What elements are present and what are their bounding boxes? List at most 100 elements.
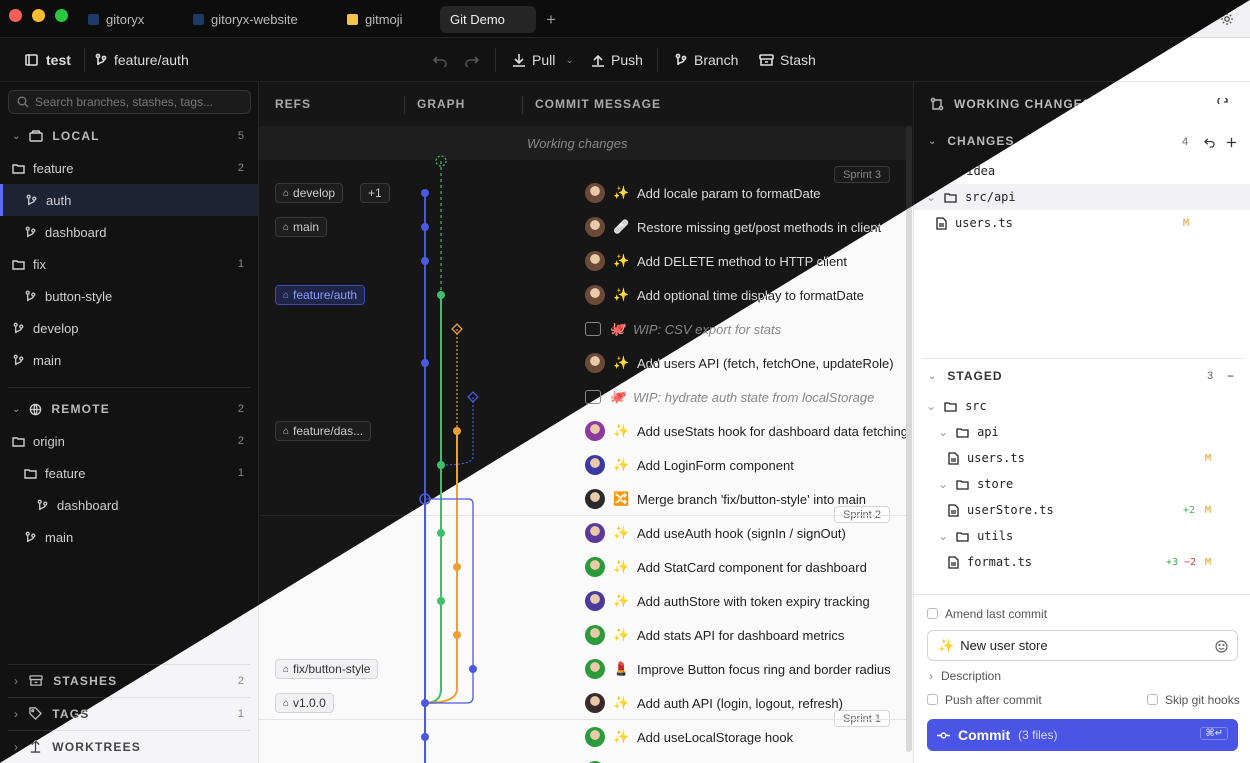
- tab-git-demo[interactable]: Git Demo: [440, 6, 536, 33]
- chevron-down-icon: ⌄: [12, 403, 21, 415]
- sidebar-item-button-style[interactable]: button-style: [0, 280, 258, 312]
- branch-icon: [25, 226, 36, 237]
- stage-all-icon[interactable]: [1226, 137, 1237, 148]
- amend-checkbox[interactable]: [927, 608, 938, 619]
- tab-gitoryx-website[interactable]: gitoryx-website: [183, 6, 308, 33]
- chevron-down-icon[interactable]: ⌄: [565, 55, 573, 66]
- minimize-window-button[interactable]: [32, 9, 45, 22]
- chevron-down-icon: ⌄: [928, 135, 938, 147]
- folder-icon: [12, 259, 25, 270]
- staged-file-userstore-ts[interactable]: userStore.ts +2 M: [914, 497, 1250, 523]
- unstage-all-icon[interactable]: −: [1227, 369, 1235, 383]
- description-toggle[interactable]: › Description: [929, 669, 1001, 683]
- working-changes-panel-light: 4 › .idea ⌄ src/api users.ts M ⌄ STAGED …: [913, 82, 1250, 763]
- folder-icon: [956, 479, 969, 490]
- tab-gitmoji[interactable]: gitmoji: [337, 6, 413, 33]
- branch-icon: [26, 194, 37, 205]
- folder-icon: [956, 531, 969, 542]
- commit-button[interactable]: Commit (3 files) ⌘↵: [927, 719, 1238, 751]
- discard-icon[interactable]: [1204, 137, 1215, 148]
- tab-gitoryx[interactable]: gitoryx: [78, 6, 154, 33]
- commit-node: [421, 699, 429, 707]
- sidebar-folder-remote-feature[interactable]: feature 1: [0, 457, 258, 489]
- staged-folder-src[interactable]: ⌄ src: [914, 393, 1250, 419]
- push-button[interactable]: Push: [591, 38, 643, 82]
- branch-icon: [25, 531, 36, 542]
- changes-icon: [930, 97, 944, 111]
- graph-line-fix: [425, 498, 474, 704]
- commit-node: [437, 597, 445, 605]
- add-tab-button[interactable]: +: [536, 6, 566, 33]
- chevron-right-icon: ›: [14, 739, 20, 754]
- commit-node: [453, 563, 461, 571]
- pull-button[interactable]: Pull ⌄: [512, 38, 574, 82]
- commit-message-input[interactable]: ✨ New user store: [927, 630, 1238, 661]
- scrollbar[interactable]: [906, 126, 912, 752]
- zoom-window-button[interactable]: [55, 9, 68, 22]
- sidebar-folder-feature[interactable]: feature 2: [0, 152, 258, 184]
- tag-icon: [29, 707, 43, 720]
- file-icon: [936, 216, 947, 230]
- refresh-icon[interactable]: [1217, 98, 1229, 110]
- file-icon: [948, 503, 959, 517]
- commit-icon: [937, 731, 950, 739]
- emoji-picker-icon[interactable]: [1215, 640, 1228, 653]
- redo-button[interactable]: [465, 38, 479, 82]
- title-bar: gitoryx gitoryx-website gitmoji Git Demo…: [0, 0, 1250, 38]
- globe-icon: [30, 403, 42, 415]
- commit-node: [421, 359, 429, 367]
- chevron-down-icon: ⌄: [928, 370, 938, 382]
- branch-icon: [675, 53, 687, 66]
- staged-folder-api[interactable]: ⌄ api: [914, 419, 1250, 445]
- chevron-right-icon: ›: [929, 669, 933, 683]
- stash-icon: [29, 675, 43, 686]
- branch-selector[interactable]: feature/auth: [94, 38, 189, 82]
- chevron-down-icon: ⌄: [926, 399, 937, 413]
- remote-section-header[interactable]: ⌄ REMOTE 2: [0, 393, 258, 425]
- staged-section-header[interactable]: ⌄ STAGED 3 −: [914, 360, 1250, 392]
- local-section-header[interactable]: ⌄ LOCAL 5: [0, 120, 258, 152]
- commit-node: [421, 189, 429, 197]
- sidebar-item-main[interactable]: main: [0, 344, 258, 376]
- undo-icon: [433, 56, 447, 67]
- redo-icon: [465, 56, 479, 67]
- folder-icon: [12, 436, 25, 447]
- sidebar-folder-origin[interactable]: origin 2: [0, 425, 258, 457]
- close-window-button[interactable]: [9, 9, 22, 22]
- sidebar-item-auth[interactable]: auth: [0, 184, 258, 216]
- branch-icon: [95, 53, 107, 66]
- search-icon: [17, 96, 29, 108]
- branch-icon: [13, 354, 24, 365]
- commit-node: [453, 427, 461, 435]
- skip-git-hooks-checkbox[interactable]: [1147, 694, 1158, 705]
- staged-folder-utils[interactable]: ⌄ utils: [914, 523, 1250, 549]
- gitoryx-icon: [88, 14, 99, 25]
- pull-icon: [513, 54, 525, 67]
- commit-node: [437, 461, 445, 469]
- file-icon: [948, 451, 959, 465]
- folder-icon: [944, 192, 957, 203]
- sidebar-item-remote-dashboard[interactable]: dashboard: [0, 489, 258, 521]
- file-icon: [948, 555, 959, 569]
- chevron-down-icon: ⌄: [938, 529, 949, 543]
- commit-node: [453, 631, 461, 639]
- sidebar-item-develop[interactable]: develop: [0, 312, 258, 344]
- branch-icon: [13, 322, 24, 333]
- sidebar-item-dashboard[interactable]: dashboard: [0, 216, 258, 248]
- sidebar-search-input[interactable]: Search branches, stashes, tags...: [8, 90, 251, 114]
- push-after-commit-checkbox[interactable]: [927, 694, 938, 705]
- sidebar-folder-fix[interactable]: fix 1: [0, 248, 258, 280]
- changes-folder-src-api[interactable]: ⌄ src/api: [914, 184, 1250, 210]
- staged-file-users-ts[interactable]: users.ts M: [914, 445, 1250, 471]
- folder-icon: [24, 468, 37, 479]
- gitoryx-icon: [193, 14, 204, 25]
- commit-node: [421, 733, 429, 741]
- staged-file-format-ts[interactable]: format.ts +3 −2 M: [914, 549, 1250, 575]
- changes-file-users-ts[interactable]: users.ts M: [914, 210, 1250, 236]
- staged-folder-store[interactable]: ⌄ store: [914, 471, 1250, 497]
- stash-button[interactable]: Stash: [759, 38, 816, 82]
- sidebar-item-remote-main[interactable]: main: [0, 521, 258, 553]
- repo-selector[interactable]: test: [24, 38, 71, 82]
- branch-button[interactable]: Branch: [674, 38, 738, 82]
- undo-button[interactable]: [433, 38, 447, 82]
